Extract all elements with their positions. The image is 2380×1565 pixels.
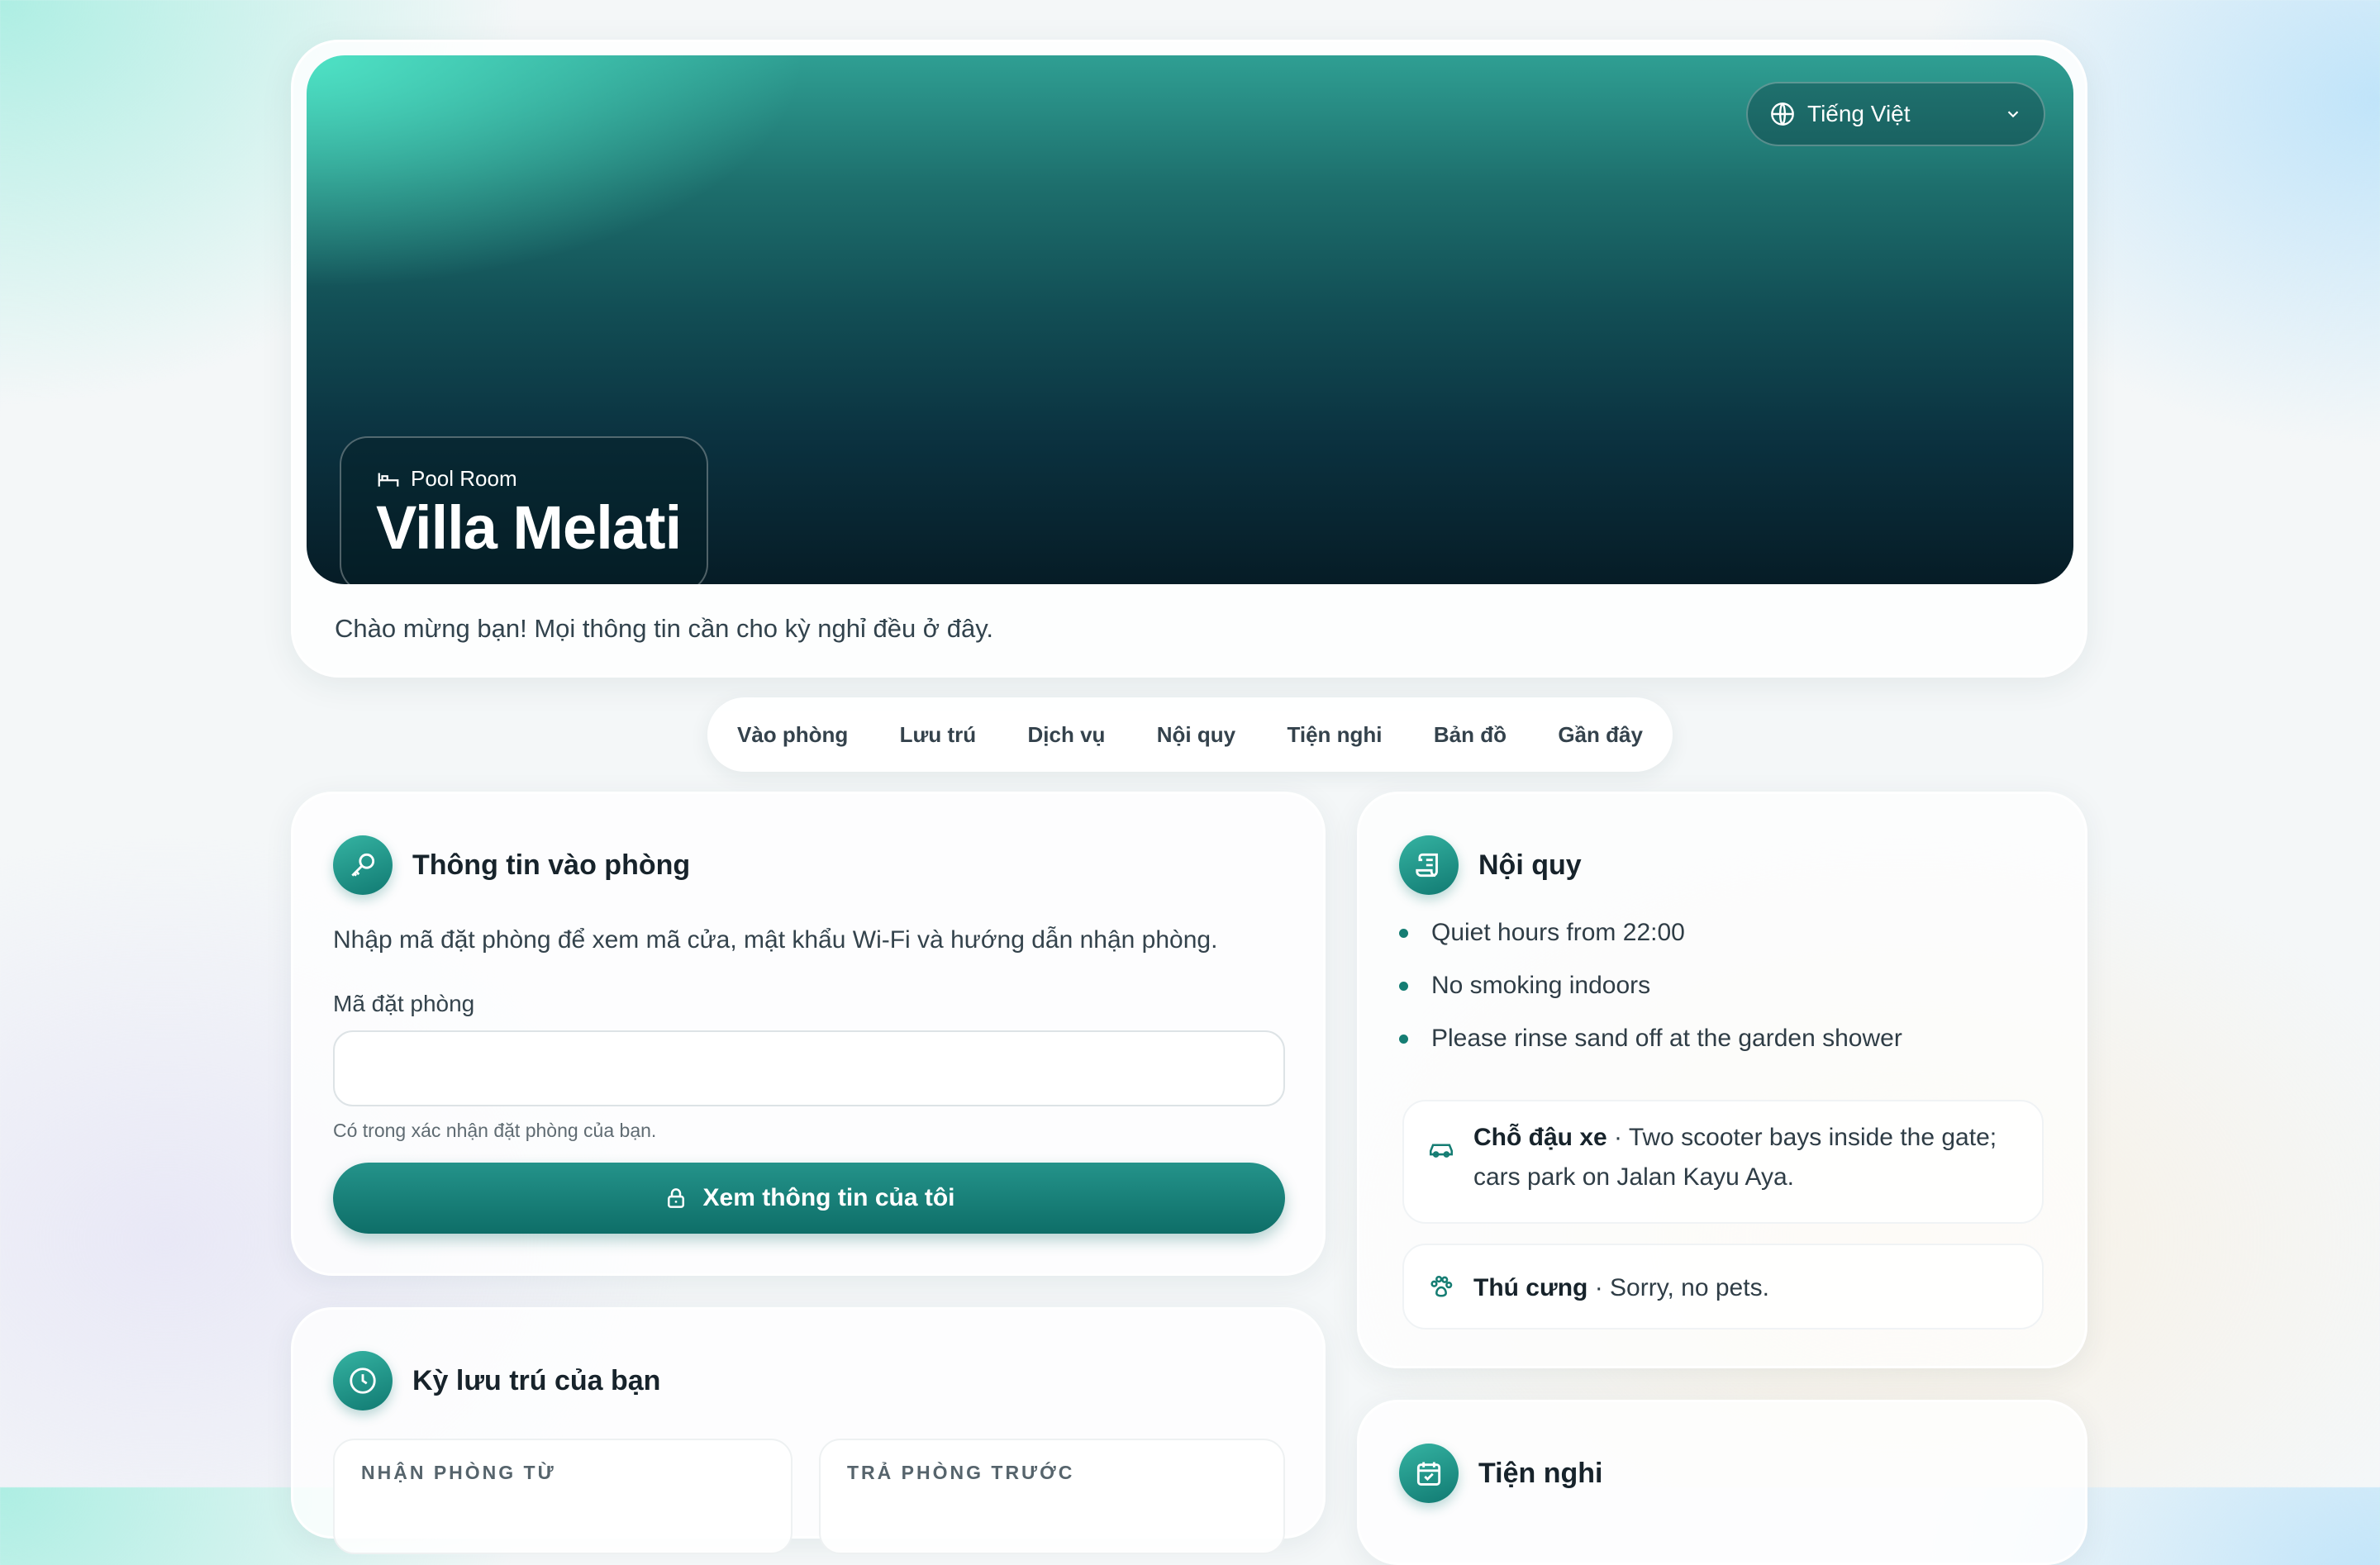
key-icon <box>333 835 393 895</box>
section-tabs: Vào phòng Lưu trú Dịch vụ Nội quy Tiện n… <box>707 697 1673 772</box>
bed-icon <box>378 473 399 487</box>
villa-name: Villa Melati <box>376 493 682 562</box>
chevron-down-icon <box>2007 111 2019 118</box>
language-select[interactable]: Tiếng Việt <box>1746 82 2045 146</box>
rules-header: Nội quy <box>1399 835 1582 895</box>
bullet-icon <box>1399 928 1408 938</box>
booking-code-input[interactable] <box>333 1030 1285 1106</box>
parking-text: Chỗ đậu xe · Two scooter bays inside the… <box>1473 1124 1997 1191</box>
welcome-text: Chào mừng bạn! Mọi thông tin cần cho kỳ … <box>335 614 994 643</box>
scroll-icon <box>1399 835 1459 895</box>
calendar-icon <box>1399 1444 1459 1503</box>
parking-label: Chỗ đậu xe <box>1473 1124 1607 1151</box>
checkin-description: Nhập mã đặt phòng để xem mã cửa, mật khẩ… <box>333 926 1218 954</box>
pets-label: Thú cưng <box>1473 1274 1588 1301</box>
checkin-time-box: NHẬN PHÒNG TỪ <box>333 1439 793 1554</box>
view-info-label: Xem thông tin của tôi <box>702 1184 955 1211</box>
amenities-card: Tiện nghi <box>1357 1400 2087 1565</box>
room-type: Pool Room <box>376 466 517 492</box>
rule-text: Please rinse sand off at the garden show… <box>1431 1025 1902 1052</box>
stay-header: Kỳ lưu trú của bạn <box>333 1351 660 1410</box>
tab-amenities[interactable]: Tiện nghi <box>1287 722 1382 748</box>
tab-rules[interactable]: Nội quy <box>1157 722 1235 748</box>
pets-info: Thú cưng · Sorry, no pets. <box>1402 1244 2044 1330</box>
tab-checkin[interactable]: Vào phòng <box>737 722 848 748</box>
pets-text: Thú cưng · Sorry, no pets. <box>1473 1274 1769 1301</box>
room-type-label: Pool Room <box>411 466 517 491</box>
checkout-time-label: TRẢ PHÒNG TRƯỚC <box>847 1462 1075 1483</box>
bullet-icon <box>1399 1034 1408 1044</box>
tab-map[interactable]: Bản đồ <box>1434 722 1507 748</box>
tab-services[interactable]: Dịch vụ <box>1028 722 1106 748</box>
pets-detail: Sorry, no pets. <box>1610 1274 1769 1301</box>
checkin-header: Thông tin vào phòng <box>333 835 690 895</box>
list-item: Quiet hours from 22:00 <box>1399 906 1902 959</box>
hero-banner: Tiếng Việt Pool Room Villa Melati <box>307 55 2073 584</box>
hero-card: Tiếng Việt Pool Room Villa Melati Chào m… <box>291 40 2087 678</box>
stay-card: Kỳ lưu trú của bạn NHẬN PHÒNG TỪ TRẢ PHÒ… <box>291 1307 1326 1554</box>
checkin-title: Thông tin vào phòng <box>412 849 691 881</box>
rule-text: Quiet hours from 22:00 <box>1431 919 1685 946</box>
globe-icon <box>1771 102 1794 126</box>
tab-stay[interactable]: Lưu trú <box>900 722 976 748</box>
rule-text: No smoking indoors <box>1431 972 1651 999</box>
rules-list: Quiet hours from 22:00 No smoking indoor… <box>1399 906 1902 1065</box>
clock-icon <box>333 1351 393 1410</box>
checkin-time-label: NHẬN PHÒNG TỪ <box>361 1462 556 1483</box>
checkin-card: Thông tin vào phòng Nhập mã đặt phòng để… <box>291 792 1326 1276</box>
booking-code-hint: Có trong xác nhận đặt phòng của bạn. <box>333 1120 657 1141</box>
bullet-icon <box>1399 981 1408 991</box>
rules-title: Nội quy <box>1478 849 1582 881</box>
paw-icon <box>1430 1275 1453 1297</box>
list-item: Please rinse sand off at the garden show… <box>1399 1012 1902 1065</box>
booking-code-label: Mã đặt phòng <box>333 991 475 1016</box>
stay-title: Kỳ lưu trú của bạn <box>412 1364 661 1396</box>
parking-info: Chỗ đậu xe · Two scooter bays inside the… <box>1402 1100 2044 1224</box>
list-item: No smoking indoors <box>1399 959 1902 1012</box>
language-label: Tiếng Việt <box>1807 101 1911 126</box>
checkout-time-box: TRẢ PHÒNG TRƯỚC <box>819 1439 1285 1554</box>
lock-icon <box>667 1188 684 1208</box>
amenities-title: Tiện nghi <box>1478 1457 1603 1489</box>
car-icon <box>1429 1144 1454 1158</box>
view-info-button[interactable]: Xem thông tin của tôi <box>333 1163 1285 1234</box>
tab-nearby[interactable]: Gần đây <box>1558 722 1643 748</box>
villa-title-box: Pool Room Villa Melati <box>340 436 708 584</box>
rules-card: Nội quy Quiet hours from 22:00 No smokin… <box>1357 792 2087 1368</box>
amenities-header: Tiện nghi <box>1399 1444 1602 1503</box>
